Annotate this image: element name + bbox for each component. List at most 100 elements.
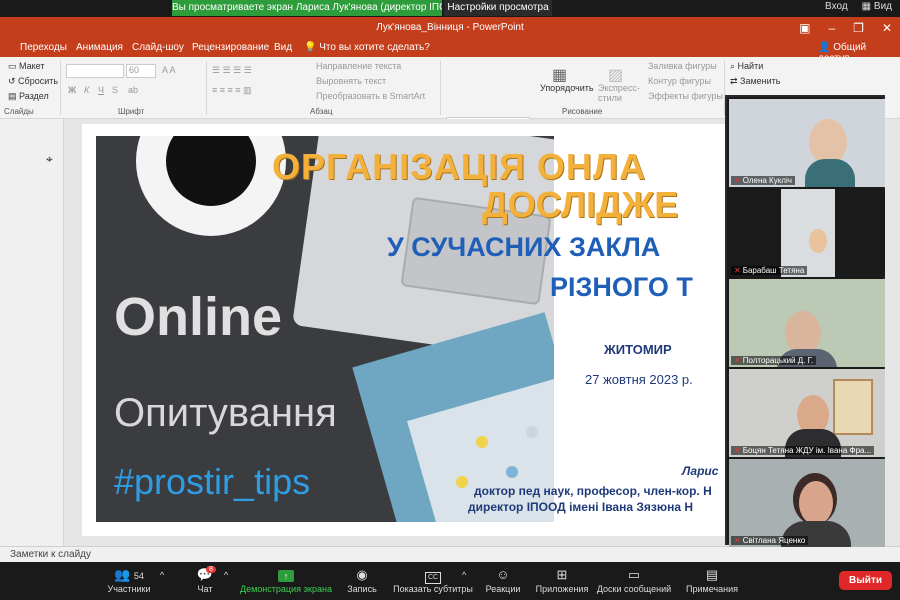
participant-tile[interactable]: ✕ Барабаш Тетяна <box>729 189 885 277</box>
align-icons[interactable]: ≡ ≡ ≡ ≡ ▥ <box>212 85 252 96</box>
participant-tile[interactable]: ✕ Полторацький Д. Г. <box>729 279 885 367</box>
shape-outline-button[interactable]: Контур фигуры <box>648 76 711 86</box>
font-group-label: Шрифт <box>118 107 145 116</box>
font-size-select[interactable]: 60 <box>126 64 156 78</box>
zoom-toolbar: 👥 54 Участники ^ 💬 8 Чат ^ ↑ Демонстраци… <box>0 562 900 600</box>
spacing-icon[interactable]: ab <box>128 85 138 95</box>
font-grow-icon[interactable]: A A <box>162 65 176 75</box>
participant-name: ✕ Барабаш Тетяна <box>731 266 808 275</box>
share-screen-label: Демонстрация экрана <box>240 584 332 594</box>
tell-me[interactable]: 💡 Что вы хотите сделать? <box>304 42 430 53</box>
slide-credentials-2: директор ІПООД імені Івана Зязюна Н <box>468 500 694 514</box>
lightbulb-icon: 💡 <box>304 42 320 53</box>
shape-effects-button[interactable]: Эффекты фигуры <box>648 91 723 101</box>
dot-decoration <box>526 426 538 438</box>
layout-label: Макет <box>19 61 45 71</box>
bullets-icon[interactable]: ☰ ☰ ☰ ☰ <box>212 65 252 76</box>
text-direction-button[interactable]: Направление текста <box>316 61 401 71</box>
strikethrough-icon[interactable]: S <box>112 85 118 95</box>
view-settings-button[interactable]: Настройки просмотра <box>444 0 552 16</box>
shape-fill-button[interactable]: Заливка фигуры <box>648 61 717 71</box>
minimize-icon[interactable]: – <box>828 21 835 35</box>
dot-decoration <box>506 466 518 478</box>
vertical-scrollbar[interactable] <box>886 124 900 538</box>
quick-styles-button[interactable]: Экспресс-стили <box>598 83 640 103</box>
ribbon-separator <box>60 61 61 115</box>
italic-icon[interactable]: К <box>84 85 89 95</box>
view-menu-label: Вид <box>873 1 892 12</box>
ribbon-separator <box>206 61 207 115</box>
layout-icon: ▭ <box>8 61 20 71</box>
image-text-online: Online <box>114 287 283 347</box>
participants-label: Участники <box>107 584 151 594</box>
slide-date: 27 жовтня 2023 р. <box>585 372 693 387</box>
tab-transitions[interactable]: Переходы <box>20 42 67 53</box>
participant-name: ✕ Олена Кукліч <box>731 176 795 185</box>
search-icon: ⌕ <box>730 61 738 71</box>
section-label: Раздел <box>19 91 49 101</box>
whiteboard-button[interactable]: ▭ Доски сообщений <box>596 566 672 594</box>
whiteboard-icon: ▭ <box>627 567 641 582</box>
slide-city: ЖИТОМИР <box>604 342 672 357</box>
font-family-select[interactable] <box>66 64 124 78</box>
wall-picture <box>833 379 873 435</box>
chat-button[interactable]: 💬 8 Чат <box>192 566 218 594</box>
muted-mic-icon: ✕ <box>734 266 741 275</box>
replace-icon: ⇄ <box>730 76 741 86</box>
chevron-up-icon[interactable]: ^ <box>462 570 466 580</box>
mouse-cursor-icon: ⌖ <box>46 152 53 166</box>
find-button[interactable]: ⌕ Найти <box>730 61 763 72</box>
participant-tile[interactable]: ✕ Олена Кукліч <box>729 99 885 187</box>
leave-button[interactable]: Выйти <box>839 571 892 590</box>
signin-link[interactable]: Вход <box>825 1 848 12</box>
slide-canvas[interactable]: Online Опитування #prostir_tips ОРГАНІЗА… <box>82 124 744 536</box>
participant-name: ✕ Світлана Яценко <box>731 536 809 545</box>
ppt-titlebar: Лук'янова_Вінниця - PowerPoint ▣ – ❐ ✕ <box>0 17 900 40</box>
reactions-button[interactable]: ☺ Реакции <box>484 566 522 594</box>
close-icon[interactable]: ✕ <box>882 21 892 35</box>
tell-me-label: Что вы хотите сделать? <box>319 42 430 53</box>
view-menu[interactable]: ▦ Вид <box>862 1 892 12</box>
section-button[interactable]: ▤ Раздел <box>8 91 49 102</box>
ribbon-display-icon[interactable]: ▣ <box>799 21 810 35</box>
slide-subtitle-line1: У СУЧАСНИХ ЗАКЛА <box>387 232 661 262</box>
arrange-button[interactable]: Упорядочить <box>540 83 594 93</box>
window-title: Лук'янова_Вінниця - PowerPoint <box>376 22 524 33</box>
bold-icon[interactable]: Ж <box>68 85 76 95</box>
share-screen-button[interactable]: ↑ Демонстрация экрана <box>240 566 332 594</box>
underline-icon[interactable]: Ч <box>98 85 104 95</box>
smartart-button[interactable]: Преобразовать в SmartArt <box>316 91 425 101</box>
notes-label: Примечания <box>686 584 738 594</box>
paragraph-group-label: Абзац <box>310 107 333 116</box>
participant-tile[interactable]: ✕ Боцян Тетяна ЖДУ ім. Івана Фра... <box>729 369 885 457</box>
slide-credentials-1: доктор пед наук, професор, член-кор. Н <box>474 484 712 498</box>
participant-gallery: ✕ Олена Кукліч ✕ Барабаш Тетяна ✕ Полтораць… <box>725 95 885 547</box>
tab-animation[interactable]: Анимация <box>76 42 123 53</box>
thumbnail-pane[interactable] <box>0 119 64 546</box>
apps-button[interactable]: ⊞ Приложения <box>534 566 590 594</box>
slides-group-label: Слайды <box>4 107 34 116</box>
replace-button[interactable]: ⇄ Заменить <box>730 76 781 87</box>
person-icon: 👤 <box>818 42 834 53</box>
chevron-up-icon[interactable]: ^ <box>160 570 164 580</box>
participant-face <box>809 229 827 253</box>
slide-title-line1: ОРГАНІЗАЦІЯ ОНЛА <box>272 146 647 187</box>
participant-tile[interactable]: ✕ Світлана Яценко <box>729 459 885 547</box>
record-button[interactable]: ◉ Запись <box>344 566 380 594</box>
window-controls: ▣ – ❐ ✕ <box>799 21 892 35</box>
notes-pane[interactable]: Заметки к слайду <box>0 546 900 562</box>
apps-label: Приложения <box>535 584 589 594</box>
reset-button[interactable]: ↺ Сбросить <box>8 76 58 87</box>
notes-button[interactable]: ▤ Примечания <box>684 566 740 594</box>
participants-button[interactable]: 👥 54 Участники <box>106 566 152 594</box>
maximize-icon[interactable]: ❐ <box>853 21 864 35</box>
align-text-button[interactable]: Выровнять текст <box>316 76 386 86</box>
chevron-up-icon[interactable]: ^ <box>224 570 228 580</box>
layout-button[interactable]: ▭ Макет <box>8 61 45 72</box>
muted-mic-icon: ✕ <box>734 536 741 545</box>
tab-slideshow[interactable]: Слайд-шоу <box>132 42 184 53</box>
tab-view[interactable]: Вид <box>274 42 292 53</box>
tab-review[interactable]: Рецензирование <box>192 42 269 53</box>
participant-name: ✕ Боцян Тетяна ЖДУ ім. Івана Фра... <box>731 446 875 455</box>
chat-badge: 8 <box>206 566 216 573</box>
